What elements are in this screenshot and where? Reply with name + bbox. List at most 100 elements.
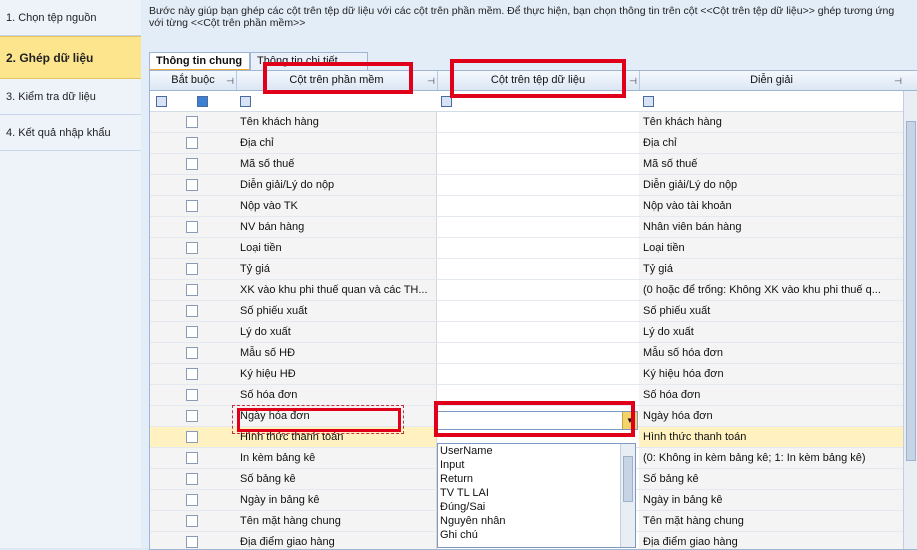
software-column-cell[interactable]: Ký hiệu HĐ: [236, 364, 437, 384]
software-column-cell[interactable]: Lý do xuất: [236, 322, 437, 342]
col-description-header[interactable]: Diễn giải ⊣: [639, 71, 904, 90]
file-column-cell[interactable]: [437, 385, 640, 405]
file-column-cell[interactable]: [437, 196, 640, 216]
software-column-cell[interactable]: Số hóa đơn: [236, 385, 437, 405]
dropdown-option[interactable]: Đúng/Sai: [438, 500, 635, 514]
table-row[interactable]: Mã số thuế Mã số thuế: [150, 154, 904, 175]
step-choose-source[interactable]: 1. Chọn tệp nguồn: [0, 0, 141, 36]
required-checkbox[interactable]: [186, 326, 198, 338]
required-checkbox[interactable]: [186, 347, 198, 359]
software-column-cell[interactable]: Số bảng kê: [236, 469, 437, 489]
software-column-cell[interactable]: Địa chỉ: [236, 133, 437, 153]
col-file-header[interactable]: Cột trên tệp dữ liệu ⊣: [437, 71, 640, 90]
dropdown-scrollbar[interactable]: [620, 444, 635, 547]
software-column-cell[interactable]: In kèm bảng kê: [236, 448, 437, 468]
pin-icon[interactable]: ⊣: [427, 72, 435, 91]
file-column-cell[interactable]: [437, 217, 640, 237]
required-checkbox[interactable]: [186, 473, 198, 485]
dropdown-option[interactable]: Input: [438, 458, 635, 472]
required-checkbox[interactable]: [186, 221, 198, 233]
file-column-cell[interactable]: [437, 322, 640, 342]
file-column-cell[interactable]: [437, 280, 640, 300]
software-column-cell[interactable]: Tỷ giá: [236, 259, 437, 279]
file-column-cell[interactable]: [437, 301, 640, 321]
required-checkbox[interactable]: [186, 200, 198, 212]
table-row[interactable]: Lý do xuất Lý do xuất: [150, 322, 904, 343]
dropdown-option[interactable]: Ghi chú: [438, 528, 635, 542]
required-checkbox[interactable]: [186, 536, 198, 548]
file-column-cell[interactable]: [437, 259, 640, 279]
filter-icon[interactable]: [441, 96, 452, 107]
step-check-data[interactable]: 3. Kiểm tra dữ liệu: [0, 79, 141, 115]
required-checkbox[interactable]: [186, 242, 198, 254]
software-column-cell[interactable]: Hình thức thanh toán: [236, 427, 437, 447]
file-column-dropdown[interactable]: ▼: [437, 411, 638, 430]
software-column-cell[interactable]: Mẫu số HĐ: [236, 343, 437, 363]
required-checkbox[interactable]: [186, 137, 198, 149]
required-checkbox[interactable]: [186, 515, 198, 527]
required-checkbox[interactable]: [186, 284, 198, 296]
software-column-cell[interactable]: Ngày in bảng kê: [236, 490, 437, 510]
file-column-cell[interactable]: [437, 112, 640, 132]
required-checkbox[interactable]: [186, 116, 198, 128]
software-column-cell[interactable]: Mã số thuế: [236, 154, 437, 174]
table-row[interactable]: Số hóa đơn Số hóa đơn: [150, 385, 904, 406]
required-checkbox[interactable]: [186, 368, 198, 380]
required-checkbox[interactable]: [186, 263, 198, 275]
dropdown-option[interactable]: UserName: [438, 444, 635, 458]
table-row[interactable]: Tên khách hàng Tên khách hàng: [150, 112, 904, 133]
required-checkbox[interactable]: [186, 494, 198, 506]
required-checkbox[interactable]: [186, 452, 198, 464]
file-column-cell[interactable]: [437, 133, 640, 153]
table-row[interactable]: Loại tiền Loại tiền: [150, 238, 904, 259]
filter-checked-icon[interactable]: [197, 96, 208, 107]
software-column-cell[interactable]: Nộp vào TK: [236, 196, 437, 216]
dropdown-scroll-thumb[interactable]: [623, 456, 633, 502]
table-row[interactable]: NV bán hàng Nhân viên bán hàng: [150, 217, 904, 238]
table-row[interactable]: Ký hiệu HĐ Ký hiệu hóa đơn: [150, 364, 904, 385]
file-column-cell[interactable]: [437, 343, 640, 363]
table-row[interactable]: XK vào khu phi thuế quan và các TH... (0 …: [150, 280, 904, 301]
required-checkbox[interactable]: [186, 431, 198, 443]
file-column-cell[interactable]: [437, 238, 640, 258]
software-column-cell[interactable]: Tên khách hàng: [236, 112, 437, 132]
filter-icon[interactable]: [156, 96, 167, 107]
step-map-data[interactable]: 2. Ghép dữ liệu: [0, 36, 141, 79]
dropdown-option[interactable]: Nguyên nhân: [438, 514, 635, 528]
software-column-cell[interactable]: Ngày hóa đơn: [236, 406, 437, 426]
table-row[interactable]: Mẫu số HĐ Mẫu số hóa đơn: [150, 343, 904, 364]
pin-icon[interactable]: ⊣: [894, 72, 902, 91]
table-row[interactable]: Diễn giải/Lý do nộp Diễn giải/Lý do nộp: [150, 175, 904, 196]
software-column-cell[interactable]: Diễn giải/Lý do nộp: [236, 175, 437, 195]
dropdown-option[interactable]: TV TL LAI: [438, 486, 635, 500]
col-required-header[interactable]: Bắt buộc ⊣: [150, 71, 237, 90]
table-row[interactable]: Nộp vào TK Nộp vào tài khoản: [150, 196, 904, 217]
required-checkbox[interactable]: [186, 410, 198, 422]
software-column-cell[interactable]: XK vào khu phi thuế quan và các TH...: [236, 280, 437, 300]
table-row[interactable]: Tỷ giá Tỷ giá: [150, 259, 904, 280]
pin-icon[interactable]: ⊣: [629, 72, 637, 91]
step-import-result[interactable]: 4. Kết quả nhập khẩu: [0, 115, 141, 151]
filter-icon[interactable]: [240, 96, 251, 107]
filter-icon[interactable]: [643, 96, 654, 107]
software-column-cell[interactable]: Tên mặt hàng chung: [236, 511, 437, 531]
grid-vertical-scrollbar[interactable]: [903, 91, 917, 549]
col-software-header[interactable]: Cột trên phần mềm ⊣: [236, 71, 438, 90]
tab-general-info[interactable]: Thông tin chung: [149, 52, 250, 71]
file-column-cell[interactable]: [437, 154, 640, 174]
software-column-cell[interactable]: NV bán hàng: [236, 217, 437, 237]
software-column-cell[interactable]: Loại tiền: [236, 238, 437, 258]
software-column-cell[interactable]: Số phiếu xuất: [236, 301, 437, 321]
table-row[interactable]: Số phiếu xuất Số phiếu xuất: [150, 301, 904, 322]
dropdown-option[interactable]: Return: [438, 472, 635, 486]
tab-detail-info[interactable]: Thông tin chi tiết: [250, 52, 368, 70]
required-checkbox[interactable]: [186, 389, 198, 401]
required-checkbox[interactable]: [186, 179, 198, 191]
pin-icon[interactable]: ⊣: [226, 72, 234, 91]
software-column-cell[interactable]: Địa điểm giao hàng: [236, 532, 437, 549]
scroll-thumb[interactable]: [906, 121, 916, 461]
file-column-cell[interactable]: [437, 175, 640, 195]
required-checkbox[interactable]: [186, 305, 198, 317]
table-row[interactable]: Địa chỉ Địa chỉ: [150, 133, 904, 154]
dropdown-arrow-icon[interactable]: ▼: [622, 412, 637, 429]
